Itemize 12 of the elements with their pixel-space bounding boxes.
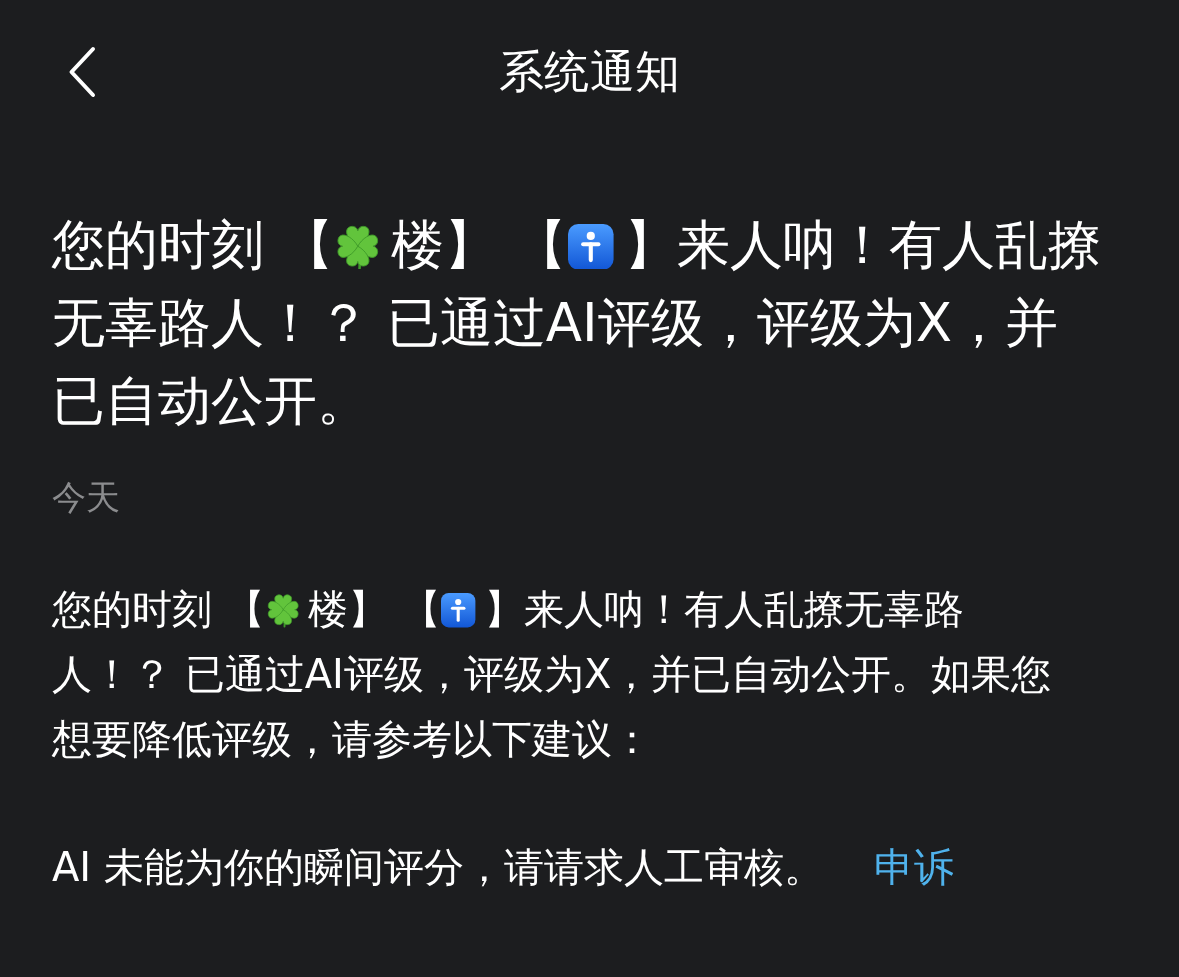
back-button[interactable] [68, 46, 96, 98]
body-text: 您的时刻 【 楼】 【 】来人呐！有人乱撩无辜路人！？ 已通过AI评级，评级为X，并已自动公开。如果您想要降低评级，请参考以下建议： [52, 585, 1053, 764]
clover-icon [265, 593, 300, 628]
appeal-link[interactable]: 申诉 [873, 835, 954, 900]
date-label: 今天 [52, 477, 120, 517]
page-title: 系统通知 [498, 44, 681, 100]
info-icon [568, 223, 614, 270]
notice-text: AI 未能为你的瞬间评分，请请求人工审核。 [52, 843, 824, 892]
clover-icon [334, 223, 381, 270]
info-icon [441, 593, 476, 628]
headline-text: 您的时刻 【 楼】 【 】来人呐！有人乱撩无辜路人！？ 已通过AI评级，评级为X，并已自动公开。 [52, 213, 1103, 433]
back-icon [68, 46, 96, 98]
